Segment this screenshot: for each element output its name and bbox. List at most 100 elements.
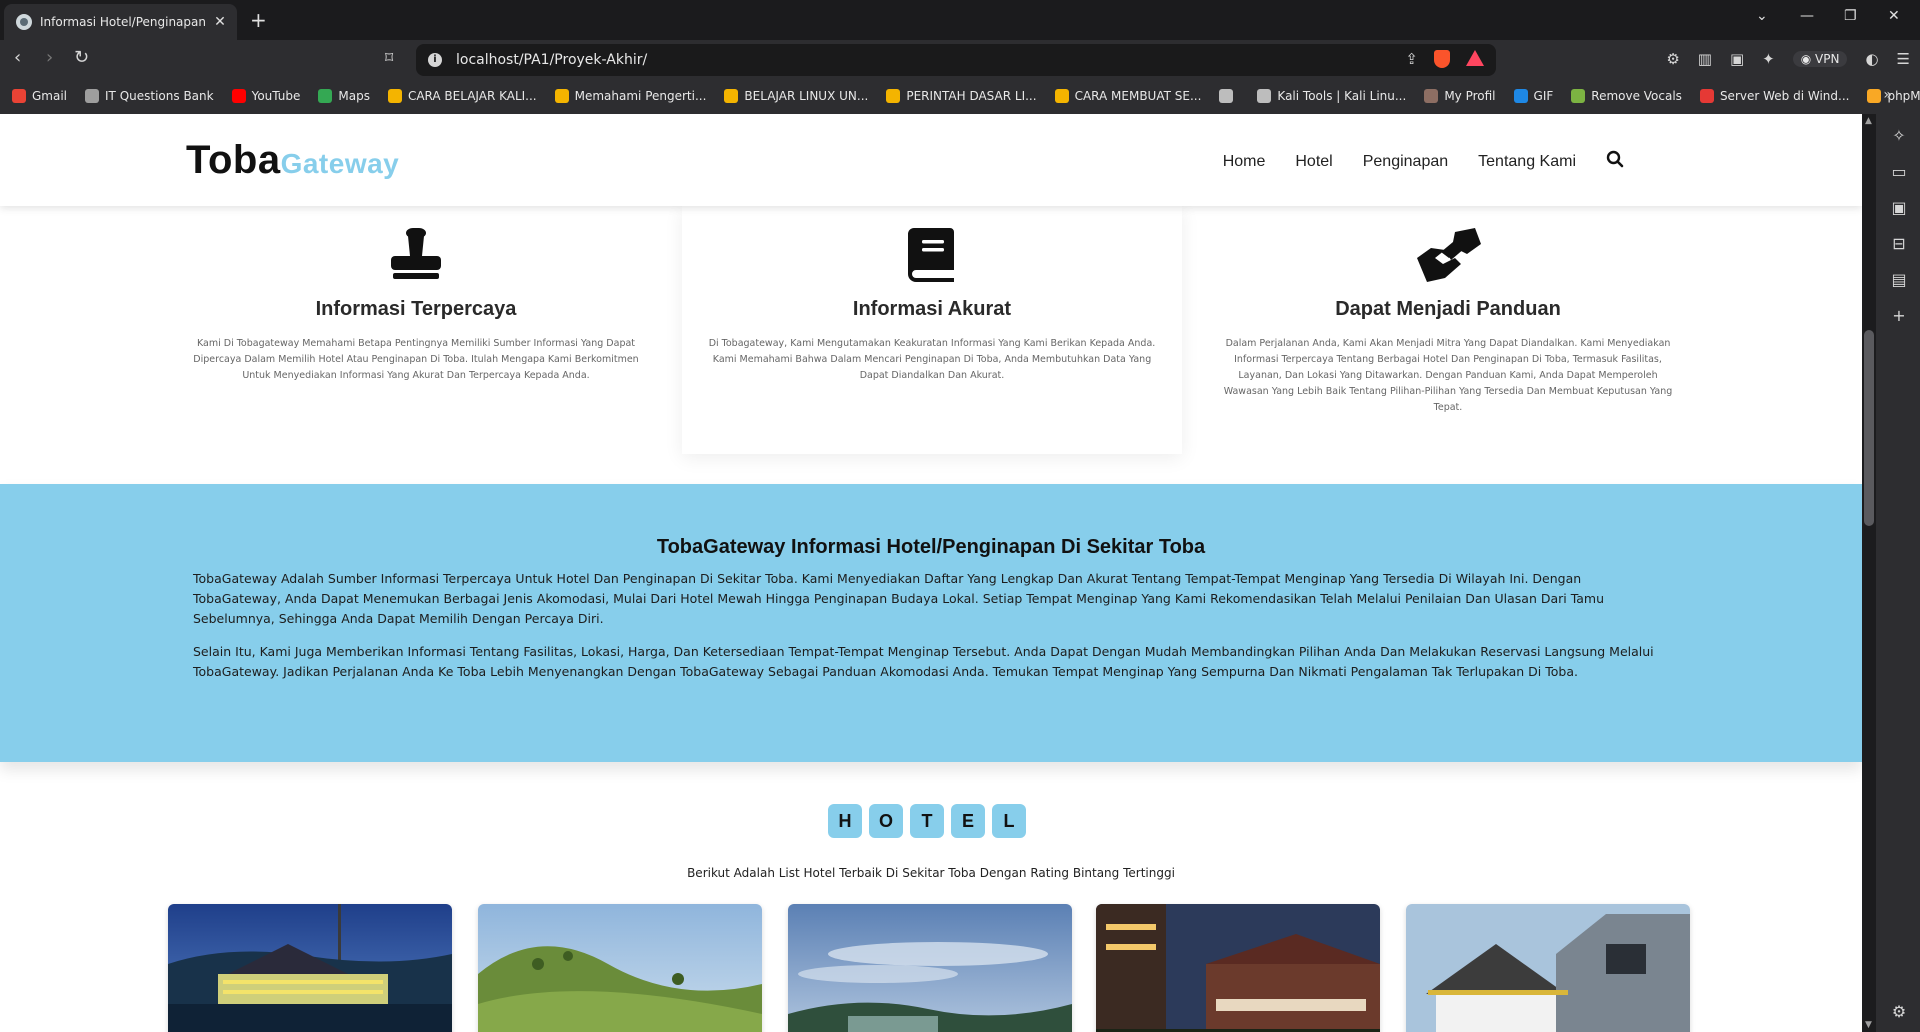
site-info-icon[interactable]: i: [428, 53, 442, 67]
hotel-subtitle: Berikut Adalah List Hotel Terbaik Di Sek…: [687, 866, 1175, 880]
bookmark-item[interactable]: BELAJAR LINUX UN...: [724, 89, 868, 103]
heading-letter: O: [869, 804, 903, 838]
bookmark-label: Maps: [338, 89, 370, 103]
back-icon[interactable]: ‹: [14, 48, 21, 68]
feature-description: Kami Di Tobagateway Memahami Betapa Pent…: [193, 338, 639, 381]
browser-toolbar: ‹ › ↻ ⌑ i localhost/PA1/Proyek-Akhir/ ⇪ …: [0, 40, 1920, 78]
bookmark-item[interactable]: Server Web di Wind...: [1699, 89, 1849, 103]
hotel-section: H O T E L Berikut Adalah List Hotel Terb…: [0, 762, 1862, 1032]
add-panel-icon[interactable]: +: [1890, 306, 1908, 325]
bookmark-item[interactable]: CARA MEMBUAT SE...: [1054, 89, 1201, 103]
share-icon[interactable]: ⇪: [1405, 50, 1418, 68]
feature-title: Informasi Akurat: [852, 298, 1012, 320]
search-icon[interactable]: [1606, 150, 1624, 173]
hotel-card[interactable]: [478, 904, 762, 1032]
bookmark-item[interactable]: Kali Tools | Kali Linu...: [1257, 89, 1406, 103]
bookmark-item[interactable]: Maps: [318, 89, 370, 103]
reading-list-icon[interactable]: ▤: [1890, 270, 1908, 289]
bookmark-favicon-icon: [85, 89, 100, 103]
reload-icon[interactable]: ↻: [74, 48, 89, 68]
bookmark-favicon-icon: [1054, 89, 1069, 103]
menu-home[interactable]: Home: [1223, 153, 1266, 171]
bookmark-item[interactable]: Gmail: [12, 89, 67, 103]
minimize-icon[interactable]: —: [1800, 8, 1814, 24]
close-window-icon[interactable]: ✕: [1888, 8, 1900, 24]
bookmark-favicon-icon: [231, 89, 246, 103]
bookmark-item[interactable]: My Profil: [1424, 89, 1496, 103]
bookmark-label: My Profil: [1444, 89, 1496, 103]
tab-title: Informasi Hotel/Penginapan/Te: [40, 15, 205, 29]
brave-menu-icon[interactable]: ◐: [1865, 50, 1878, 68]
hotel-card[interactable]: [788, 904, 1072, 1032]
site-favicon-icon: [16, 14, 32, 30]
media-icon[interactable]: ▭: [1890, 162, 1908, 181]
close-tab-icon[interactable]: ✕: [211, 14, 229, 30]
scroll-thumb[interactable]: [1864, 330, 1874, 526]
brave-shields-icon[interactable]: [1434, 50, 1450, 68]
bookmark-favicon-icon: [1424, 89, 1439, 103]
hotel-photo-2: [478, 904, 762, 1032]
bookmark-label: Remove Vocals: [1591, 89, 1682, 103]
brave-rewards-icon[interactable]: [1466, 50, 1484, 66]
bookmark-item[interactable]: Memahami Pengerti...: [554, 89, 706, 103]
hotel-card[interactable]: [1096, 904, 1380, 1032]
forward-icon[interactable]: ›: [46, 48, 53, 68]
hotel-card[interactable]: [1406, 904, 1690, 1032]
settings-icon[interactable]: ⚙: [1890, 1002, 1908, 1021]
bookmark-item[interactable]: CARA BELAJAR KALI...: [387, 89, 537, 103]
bookmarks-side-icon[interactable]: ⊟: [1890, 234, 1908, 253]
wallet-side-icon[interactable]: ▣: [1890, 198, 1908, 217]
extensions-icon[interactable]: ⚙: [1666, 50, 1679, 68]
bookmark-favicon-icon: [724, 89, 739, 103]
menu-icon[interactable]: ☰: [1897, 50, 1910, 68]
url-text[interactable]: localhost/PA1/Proyek-Akhir/: [456, 52, 647, 68]
feature-card-akurat: Informasi Akurat Di Tobagateway, Kami Me…: [682, 206, 1182, 454]
more-bookmarks-icon[interactable]: »: [1883, 87, 1892, 103]
bookmark-label: PERINTAH DASAR LI...: [906, 89, 1037, 103]
leo-icon[interactable]: ✧: [1890, 126, 1908, 145]
about-paragraph-2: Selain Itu, Kami Juga Memberikan Informa…: [193, 644, 1654, 679]
bookmarks-bar: Gmail IT Questions Bank YouTube Maps CARA BE…: [0, 78, 1920, 114]
scroll-up-icon[interactable]: ▲: [1865, 116, 1872, 126]
leo-ai-icon[interactable]: ✦: [1762, 50, 1775, 68]
bookmark-item[interactable]: GIF: [1513, 89, 1553, 103]
scroll-down-icon[interactable]: ▼: [1865, 1020, 1872, 1030]
page-viewport: TobaGateway Home Hotel Penginapan Tentan…: [0, 114, 1862, 1032]
bookmark-item[interactable]: Remove Vocals: [1571, 89, 1682, 103]
browser-side-panel: ✧ ▭ ▣ ⊟ ▤ + ⚙: [1876, 114, 1920, 1032]
hotel-photo-4: [1096, 904, 1380, 1032]
bookmark-favicon-icon: [387, 89, 402, 103]
sidebar-toggle-icon[interactable]: ▥: [1698, 50, 1712, 68]
wallet-icon[interactable]: ▣: [1730, 50, 1744, 68]
bookmark-favicon-icon: [1699, 89, 1714, 103]
bookmark-item[interactable]: YouTube: [231, 89, 300, 103]
heading-letter: L: [992, 804, 1026, 838]
vpn-label: VPN: [1815, 52, 1840, 66]
feature-card-terpercaya: Informasi Terpercaya Kami Di Tobagateway…: [166, 206, 666, 454]
feature-card-panduan: Dapat Menjadi Panduan Dalam Perjalanan A…: [1198, 206, 1698, 454]
vpn-button[interactable]: ◉ VPN: [1792, 51, 1848, 67]
bookmark-favicon-icon: [318, 89, 333, 103]
site-logo[interactable]: TobaGateway: [186, 138, 399, 183]
browser-tabbar: Informasi Hotel/Penginapan/Te ✕ + ⌄ — ❐ …: [0, 0, 1920, 40]
bookmark-item[interactable]: PERINTAH DASAR LI...: [886, 89, 1037, 103]
menu-penginapan[interactable]: Penginapan: [1363, 153, 1448, 171]
hotel-card[interactable]: [168, 904, 452, 1032]
bookmark-favicon-icon: [1257, 89, 1272, 103]
restore-icon[interactable]: ❐: [1844, 8, 1857, 24]
page-scrollbar[interactable]: ▲ ▼: [1862, 114, 1876, 1032]
bookmark-item[interactable]: IT Questions Bank: [85, 89, 214, 103]
bookmark-label: CARA BELAJAR KALI...: [407, 89, 537, 103]
hotel-heading: H O T E L: [828, 804, 1026, 838]
bookmark-item[interactable]: [1219, 89, 1239, 103]
menu-tentang-kami[interactable]: Tentang Kami: [1478, 153, 1576, 171]
browser-tab[interactable]: Informasi Hotel/Penginapan/Te ✕: [4, 4, 237, 40]
address-bar[interactable]: i localhost/PA1/Proyek-Akhir/ ⇪: [416, 44, 1496, 76]
logo-main-text: Toba: [186, 138, 281, 182]
bookmark-item[interactable]: phpMyAdmin: [1867, 89, 1920, 103]
bookmark-page-icon[interactable]: ⌑: [385, 48, 393, 67]
bookmark-favicon-icon: [554, 89, 569, 103]
menu-hotel[interactable]: Hotel: [1295, 153, 1332, 171]
tab-search-chevron-icon[interactable]: ⌄: [1756, 8, 1768, 24]
new-tab-icon[interactable]: +: [250, 8, 267, 32]
